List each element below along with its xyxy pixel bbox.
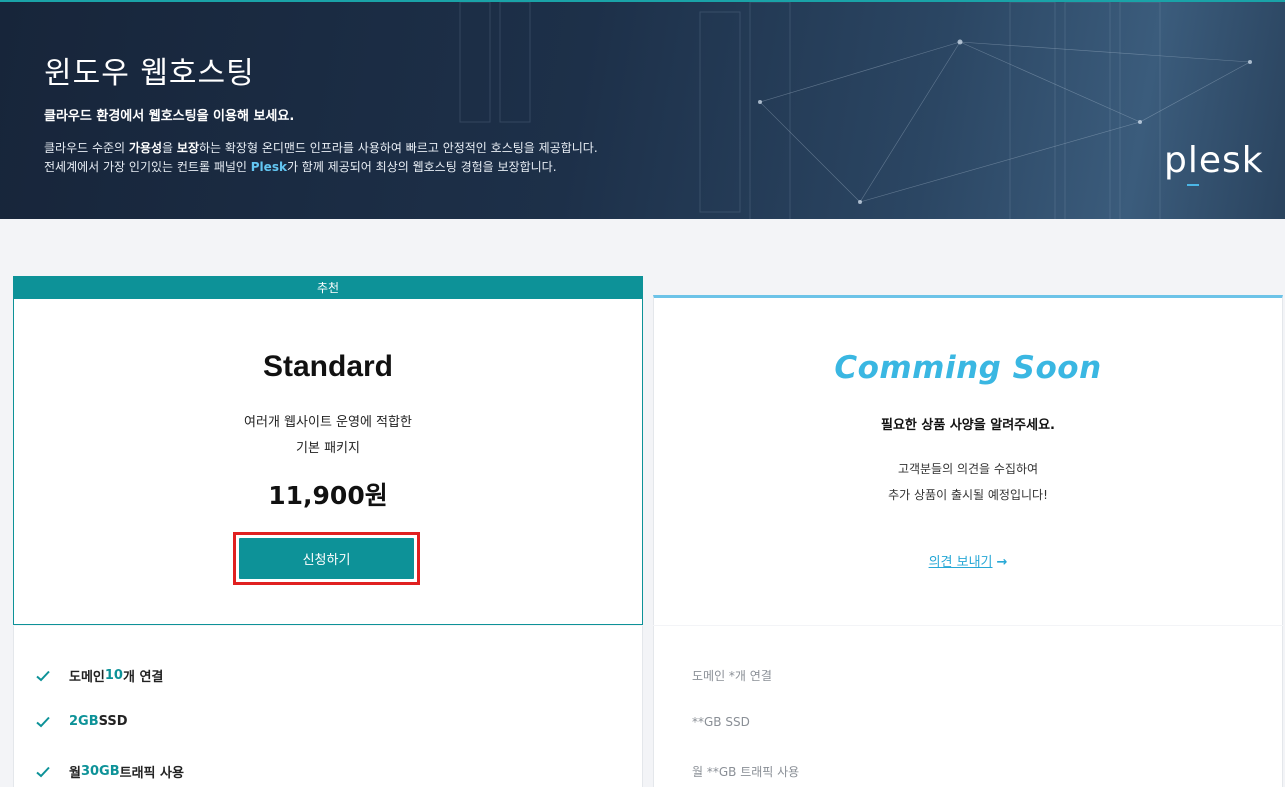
feature-item-domains: 도메인 10 개 연결 bbox=[36, 666, 163, 685]
check-icon bbox=[36, 766, 50, 777]
plan-description: 여러개 웹사이트 운영에 적합한 기본 패키지 bbox=[14, 410, 642, 462]
coming-desc-line-1: 고객분들의 의견을 수집하여 bbox=[897, 462, 1039, 476]
page-title: 윈도우 웹호스팅 bbox=[44, 56, 255, 91]
hero-desc-line-2: 전세계에서 가장 인기있는 컨트롤 패널인 Plesk가 함께 제공되어 최상의… bbox=[44, 160, 557, 174]
arrow-right-icon[interactable]: → bbox=[997, 555, 1008, 570]
hero-banner: 윈도우 웹호스팅 클라우드 환경에서 웹호스팅을 이용해 보세요. 클라우드 수… bbox=[0, 0, 1285, 219]
apply-button-highlight: 신청하기 bbox=[233, 532, 420, 585]
coming-soon-feature-list: 도메인 *개 연결 **GB SSD 월 **GB 트래픽 사용 bbox=[653, 626, 1283, 787]
feature-text: 도메인 bbox=[69, 670, 105, 685]
coming-soon-title: Comming Soon bbox=[834, 350, 1102, 386]
feature-value: 30GB bbox=[80, 764, 120, 779]
plesk-logo-underline bbox=[1187, 184, 1199, 186]
check-icon bbox=[36, 670, 50, 681]
standard-feature-list: 도메인 10 개 연결 2GB SSD 월 30GB 트래픽 사용 bbox=[13, 626, 643, 787]
plan-name: Standard bbox=[262, 350, 394, 383]
feature-value: 2GB bbox=[69, 714, 99, 729]
feature-value: 10 bbox=[104, 668, 123, 683]
hero-subtitle: 클라우드 환경에서 웹호스팅을 이용해 보세요. bbox=[44, 109, 295, 124]
feature-text: SSD bbox=[98, 714, 128, 729]
coming-soon-subtitle: 필요한 상품 사양을 알려주세요. bbox=[881, 418, 1055, 433]
coming-desc-line-2: 추가 상품이 출시될 예정입니다! bbox=[888, 488, 1048, 502]
plan-price: 11,900원 bbox=[268, 481, 388, 510]
feature-text: 개 연결 bbox=[122, 670, 164, 685]
check-icon bbox=[36, 716, 50, 727]
coming-soon-description: 고객분들의 의견을 수집하여 추가 상품이 출시될 예정입니다! bbox=[654, 456, 1282, 508]
standard-plan-card: 추천 Standard 여러개 웹사이트 운영에 적합한 기본 패키지 11,9… bbox=[13, 276, 643, 625]
send-feedback-link[interactable]: 의견 보내기 bbox=[929, 555, 993, 570]
plesk-logo: plesk bbox=[1164, 140, 1264, 181]
feature-item-ssd: 2GB SSD bbox=[36, 714, 128, 729]
feature-item-ssd: **GB SSD bbox=[692, 715, 750, 729]
recommended-badge: 추천 bbox=[14, 277, 642, 299]
feature-item-traffic: 월 **GB 트래픽 사용 bbox=[692, 765, 800, 779]
apply-button[interactable]: 신청하기 bbox=[239, 538, 414, 579]
feature-text: 월 bbox=[69, 766, 81, 781]
feature-item-traffic: 월 30GB 트래픽 사용 bbox=[36, 762, 184, 781]
hero-description: 클라우드 수준의 가용성을 보장하는 확장형 온디맨드 인프라를 사용하여 빠르… bbox=[44, 139, 598, 177]
feature-item-domains: 도메인 *개 연결 bbox=[692, 669, 772, 683]
feedback-link-wrap: 의견 보내기 → bbox=[654, 551, 1282, 570]
coming-soon-card: Comming Soon 필요한 상품 사양을 알려주세요. 고객분들의 의견을… bbox=[653, 295, 1283, 625]
feature-text: 트래픽 사용 bbox=[119, 766, 184, 781]
plan-desc-line-2: 기본 패키지 bbox=[296, 441, 360, 456]
plan-desc-line-1: 여러개 웹사이트 운영에 적합한 bbox=[244, 415, 412, 430]
hero-desc-line-1: 클라우드 수준의 가용성을 보장하는 확장형 온디맨드 인프라를 사용하여 빠르… bbox=[44, 141, 598, 155]
